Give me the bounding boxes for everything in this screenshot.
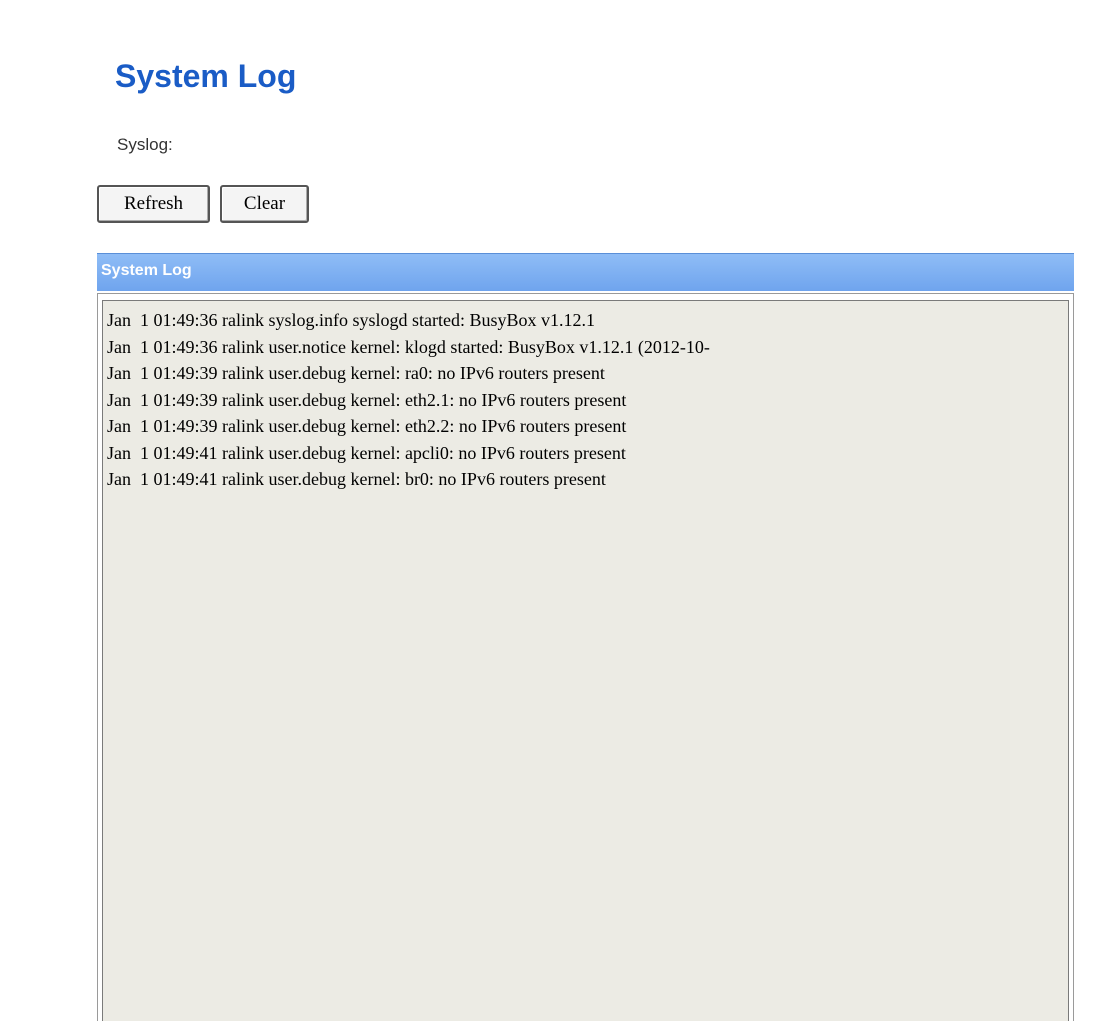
log-panel-header: System Log bbox=[97, 253, 1074, 291]
log-line: Jan 1 01:49:41 ralink user.debug kernel:… bbox=[107, 469, 606, 489]
log-line: Jan 1 01:49:39 ralink user.debug kernel:… bbox=[107, 363, 605, 383]
log-panel-title: System Log bbox=[101, 262, 192, 279]
log-line: Jan 1 01:49:39 ralink user.debug kernel:… bbox=[107, 416, 627, 436]
refresh-button[interactable]: Refresh bbox=[97, 185, 210, 223]
log-line: Jan 1 01:49:36 ralink syslog.info syslog… bbox=[107, 310, 595, 330]
system-log-page: System Log Syslog: Refresh Clear System … bbox=[0, 0, 1103, 1021]
syslog-label: Syslog: bbox=[117, 135, 173, 154]
log-line: Jan 1 01:49:41 ralink user.debug kernel:… bbox=[107, 442, 626, 463]
log-textarea[interactable]: Jan 1 01:49:36 ralink syslog.info syslog… bbox=[102, 300, 1069, 1021]
log-line: Jan 1 01:49:36 ralink user.notice kernel… bbox=[107, 336, 710, 357]
clear-button[interactable]: Clear bbox=[220, 185, 309, 223]
log-panel: Jan 1 01:49:36 ralink syslog.info syslog… bbox=[97, 293, 1074, 1021]
page-title: System Log bbox=[115, 58, 297, 94]
log-line: Jan 1 01:49:39 ralink user.debug kernel:… bbox=[107, 389, 627, 410]
